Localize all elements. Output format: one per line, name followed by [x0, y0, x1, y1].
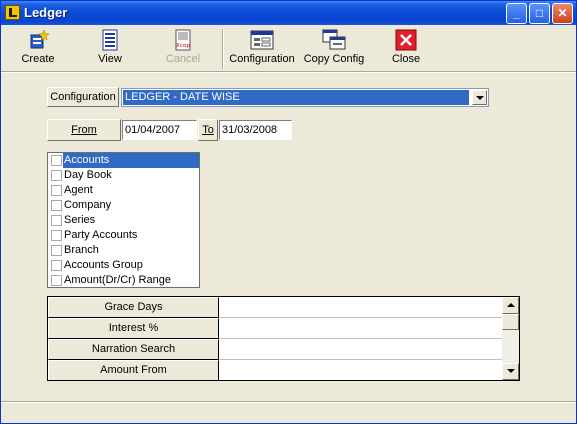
- grid-row-header: Amount From: [48, 360, 219, 380]
- filter-item[interactable]: Branch: [48, 243, 199, 258]
- configuration-select[interactable]: LEDGER - DATE WISE: [121, 88, 489, 107]
- filter-item-label: Branch: [64, 244, 99, 256]
- configuration-button[interactable]: Configuration: [229, 29, 295, 65]
- create-button[interactable]: Create: [18, 29, 58, 65]
- cancel-label: Cancel: [165, 53, 201, 65]
- toolbar-divider: [1, 71, 576, 73]
- filter-item[interactable]: Agent: [48, 183, 199, 198]
- title-bar[interactable]: Ledger _ □ ✕: [1, 1, 576, 25]
- grid-row: Interest %: [48, 318, 502, 339]
- window-close-button[interactable]: ✕: [552, 3, 573, 24]
- filter-item-label: Party Accounts: [64, 229, 138, 241]
- filter-item-label: Agent: [64, 184, 93, 196]
- copy-config-label: Copy Config: [303, 53, 365, 65]
- grid-row-header: Grace Days: [48, 297, 219, 318]
- filter-checkbox[interactable]: [51, 185, 62, 196]
- close-icon: [395, 29, 417, 51]
- configuration-label: Configuration: [47, 87, 119, 107]
- filter-item-label: Amount(Dr/Cr) Range: [64, 274, 171, 286]
- filter-item-label: Accounts Group: [64, 259, 143, 271]
- close-button[interactable]: Close: [390, 29, 422, 65]
- grid-row-header: Narration Search: [48, 339, 219, 360]
- filter-item[interactable]: Amount(Dr/Cr) Range: [48, 273, 199, 288]
- chevron-down-icon[interactable]: [472, 90, 487, 105]
- options-grid[interactable]: Grace Days Interest % Narration Search Amou…: [47, 296, 520, 381]
- to-button[interactable]: To: [198, 119, 218, 141]
- scroll-down-button[interactable]: [502, 363, 519, 380]
- scroll-thumb[interactable]: [502, 314, 519, 330]
- filter-item-label: Accounts: [63, 153, 199, 168]
- view-button[interactable]: View: [92, 29, 128, 65]
- grid-value-cell[interactable]: [219, 339, 502, 360]
- filter-item[interactable]: Accounts Group: [48, 258, 199, 273]
- toolbar-separator: [222, 29, 224, 69]
- grid-row: Grace Days: [48, 297, 502, 318]
- from-date-field[interactable]: 01/04/2007: [122, 120, 197, 140]
- configuration-select-value: LEDGER - DATE WISE: [123, 90, 469, 105]
- filter-checkbox[interactable]: [51, 245, 62, 256]
- ledger-window: Ledger _ □ ✕ Create View Xcop Cancel Con…: [0, 0, 577, 424]
- filter-item-label: Day Book: [64, 169, 112, 181]
- filter-checkbox[interactable]: [51, 275, 62, 286]
- cancel-button[interactable]: Xcop Cancel: [164, 29, 202, 65]
- from-button[interactable]: From: [47, 119, 121, 141]
- filter-item[interactable]: Day Book: [48, 168, 199, 183]
- scroll-up-button[interactable]: [502, 297, 519, 314]
- filter-checkbox[interactable]: [51, 170, 62, 181]
- grid-row: Amount From: [48, 360, 502, 380]
- grid-value-cell[interactable]: [219, 360, 502, 380]
- grid-value-cell[interactable]: [219, 318, 502, 339]
- view-icon: [102, 29, 118, 51]
- filter-item[interactable]: Company: [48, 198, 199, 213]
- to-date-field[interactable]: 31/03/2008: [219, 120, 292, 140]
- filter-item-label: Company: [64, 199, 112, 211]
- cancel-icon: Xcop: [175, 29, 191, 51]
- view-label: View: [98, 53, 122, 65]
- copy-config-button[interactable]: Copy Config: [303, 29, 365, 65]
- filter-checkbox[interactable]: [51, 155, 62, 166]
- filter-item[interactable]: Accounts: [48, 153, 199, 168]
- to-button-label: To: [202, 124, 214, 136]
- grid-scrollbar[interactable]: [502, 297, 519, 380]
- filter-item[interactable]: Party Accounts: [48, 228, 199, 243]
- configuration-icon: [250, 30, 274, 50]
- filter-checkbox[interactable]: [51, 260, 62, 271]
- filter-checkbox[interactable]: [51, 200, 62, 211]
- from-button-label: From: [71, 124, 97, 136]
- cancel-icon-text: Xcop: [176, 43, 190, 49]
- grid-row: Narration Search: [48, 339, 502, 360]
- grid-value-cell[interactable]: [219, 297, 502, 318]
- filter-item[interactable]: Series: [48, 213, 199, 228]
- toolbar: Create View Xcop Cancel Configuration Co…: [1, 25, 576, 71]
- minimize-button[interactable]: _: [506, 3, 527, 24]
- copy-config-icon: [322, 29, 346, 50]
- close-label: Close: [391, 53, 421, 65]
- ledger-app-icon: [5, 5, 20, 20]
- create-icon: [30, 29, 50, 49]
- filter-checkbox[interactable]: [51, 215, 62, 226]
- configuration-tool-label: Configuration: [229, 53, 295, 65]
- filter-checkbox[interactable]: [51, 230, 62, 241]
- filter-checklist[interactable]: Accounts Day Book Agent Company Series Party …: [47, 152, 200, 288]
- status-bar: [1, 401, 576, 403]
- window-title: Ledger: [24, 5, 68, 20]
- maximize-button[interactable]: □: [529, 3, 550, 24]
- filter-item-label: Series: [64, 214, 96, 226]
- grid-row-header: Interest %: [48, 318, 219, 339]
- create-label: Create: [21, 53, 55, 65]
